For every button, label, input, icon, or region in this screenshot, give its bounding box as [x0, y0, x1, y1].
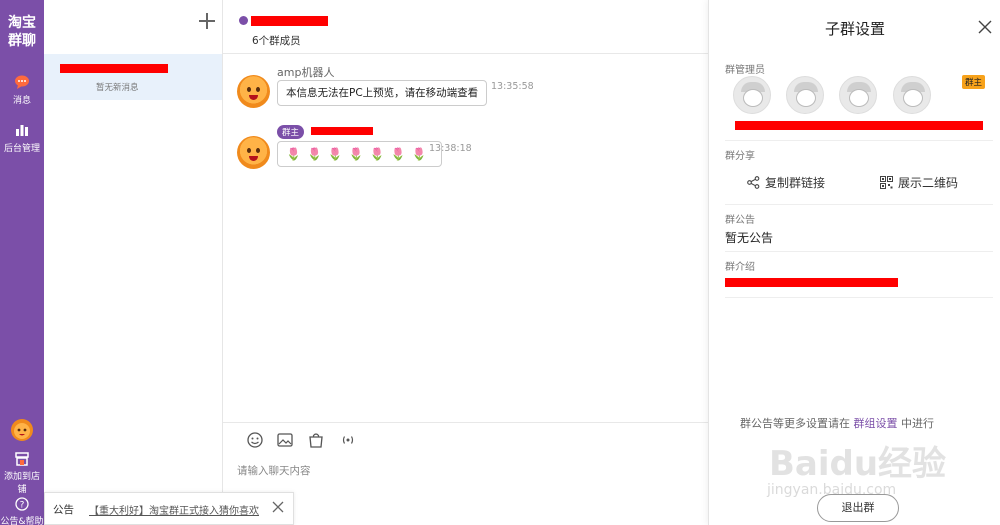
admin-avatar[interactable]	[733, 76, 771, 114]
admins-label: 群管理员	[725, 65, 765, 76]
show-qr-button[interactable]: 展示二维码	[880, 174, 958, 191]
audio-icon[interactable]	[339, 431, 357, 449]
bar-chart-icon	[16, 125, 28, 136]
message-bubble: 🌷🌷🌷🌷🌷🌷🌷	[277, 141, 442, 167]
redacted-sender-name	[311, 127, 373, 135]
message-input[interactable]: 请输入聊天内容	[237, 463, 311, 478]
divider	[725, 251, 993, 252]
share-icon	[747, 176, 760, 189]
announcement-bar: 公告 【重大利好】淘宝群正式接入猜你喜欢	[44, 492, 294, 525]
hint-suffix: 中进行	[897, 417, 934, 430]
divider	[725, 297, 993, 298]
conversation-preview: 暂无新消息	[96, 83, 139, 93]
sidebar-item-messages[interactable]: 消息	[0, 74, 44, 106]
message-bubble: 本信息无法在PC上预览，请在移动端查看	[277, 80, 488, 106]
show-qr-label: 展示二维码	[898, 176, 959, 190]
close-icon[interactable]	[977, 19, 993, 35]
left-rail: 淘宝群聊 消息 后台管理 添加到店铺 ? 公告&帮助	[0, 0, 44, 525]
announcement-link[interactable]: 【重大利好】淘宝群正式接入猜你喜欢	[89, 502, 259, 517]
settings-hint: 群公告等更多设置请在 群组设置 中进行	[740, 415, 934, 431]
group-icon	[239, 16, 248, 25]
intro-section-label: 群介绍	[725, 262, 755, 273]
svg-text:?: ?	[20, 501, 25, 511]
baidu-watermark: Baidu经验	[769, 444, 947, 484]
announcement-section-label: 群公告	[725, 215, 755, 226]
message-time: 13:38:18	[429, 143, 472, 154]
qr-code-icon	[880, 176, 893, 189]
redacted-group-name	[251, 16, 328, 26]
announcement-value: 暂无公告	[725, 231, 774, 245]
add-conversation-button[interactable]	[198, 12, 216, 30]
emoji-icon[interactable]	[246, 431, 264, 449]
chat-header: 6个群成员	[223, 0, 708, 54]
redacted-admin-names	[735, 121, 983, 130]
image-icon[interactable]	[276, 431, 294, 449]
sidebar-item-label: 添加到店铺	[3, 472, 40, 495]
message-sender: amp机器人	[277, 66, 335, 79]
admin-avatar[interactable]	[893, 76, 931, 114]
sidebar-item-label: 后台管理	[3, 144, 40, 154]
announcement-label: 公告	[53, 504, 74, 516]
divider	[725, 140, 993, 141]
shopping-bag-icon[interactable]	[307, 431, 325, 449]
share-label: 群分享	[725, 151, 755, 162]
redacted-conversation-name	[60, 64, 168, 73]
hint-prefix: 群公告等更多设置请在	[740, 417, 854, 430]
store-icon	[15, 452, 29, 466]
chat-bubble-icon	[15, 75, 29, 89]
app-logo: 淘宝群聊	[8, 15, 36, 49]
message-composer: 请输入聊天内容	[223, 422, 708, 525]
message-time: 13:35:58	[491, 81, 534, 92]
sidebar-item-label: 公告&帮助	[0, 517, 44, 525]
app-window: 淘宝群聊 消息 后台管理 添加到店铺 ? 公告&帮助 暂无新消息 6个群成员 a…	[0, 0, 1000, 525]
redacted-intro	[725, 278, 898, 287]
owner-badge: 群主	[962, 75, 986, 89]
avatar[interactable]	[237, 75, 270, 108]
sidebar-item-admin[interactable]: 后台管理	[0, 122, 44, 154]
close-icon[interactable]	[271, 500, 285, 514]
admin-avatar[interactable]	[839, 76, 877, 114]
sidebar-item-add-to-store[interactable]: 添加到店铺	[0, 452, 44, 495]
divider	[725, 204, 993, 205]
sidebar-item-help[interactable]: ? 公告&帮助	[0, 497, 44, 525]
conversation-list: 暂无新消息	[44, 0, 223, 525]
avatar-icon	[11, 419, 33, 441]
admin-avatar[interactable]	[786, 76, 824, 114]
exit-group-button[interactable]: 退出群	[817, 494, 899, 522]
chat-area: 6个群成员 amp机器人 本信息无法在PC上预览，请在移动端查看 13:35:5…	[223, 0, 708, 525]
subgroup-settings-panel: 子群设置 群管理员 群主 群分享 复制群链接 展示二维码 群公告 暂无公告 群介…	[708, 0, 1000, 525]
conversation-item[interactable]: 暂无新消息	[44, 54, 222, 100]
sidebar-item-label: 消息	[12, 96, 31, 106]
group-settings-link[interactable]: 群组设置	[854, 417, 898, 430]
user-avatar[interactable]	[0, 418, 44, 445]
owner-tag: 群主	[277, 125, 305, 139]
panel-title: 子群设置	[824, 20, 885, 38]
avatar[interactable]	[237, 136, 270, 169]
copy-link-label: 复制群链接	[765, 176, 826, 190]
help-icon: ?	[15, 497, 29, 511]
copy-link-button[interactable]: 复制群链接	[747, 174, 825, 191]
member-count[interactable]: 6个群成员	[252, 33, 301, 48]
